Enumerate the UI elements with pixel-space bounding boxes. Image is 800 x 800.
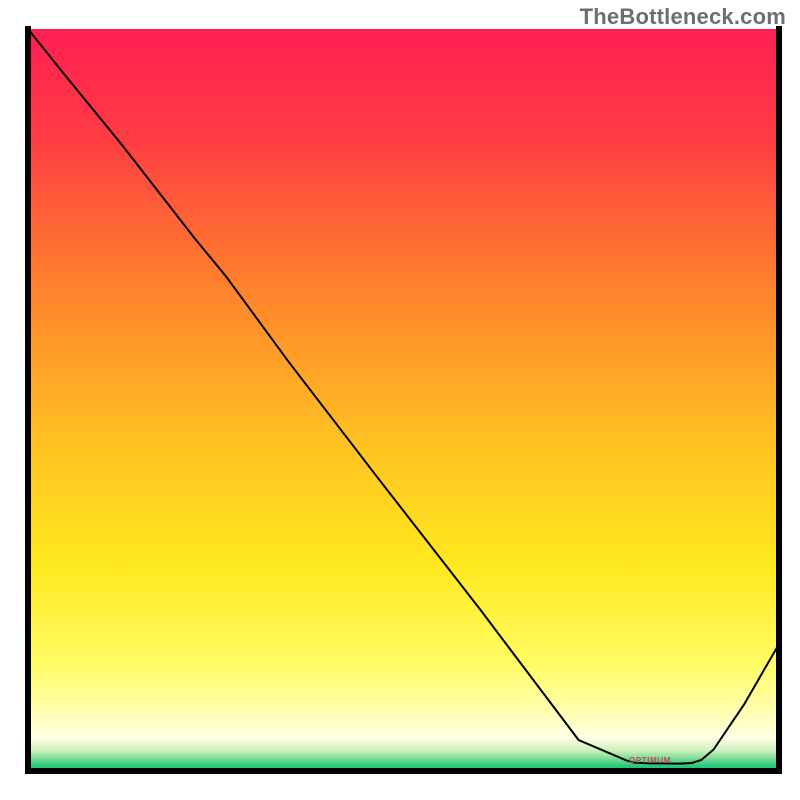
chart-stage: TheBottleneck.com OPTIMUM (0, 0, 800, 800)
plot-background (28, 29, 779, 771)
chart-svg (0, 0, 800, 800)
